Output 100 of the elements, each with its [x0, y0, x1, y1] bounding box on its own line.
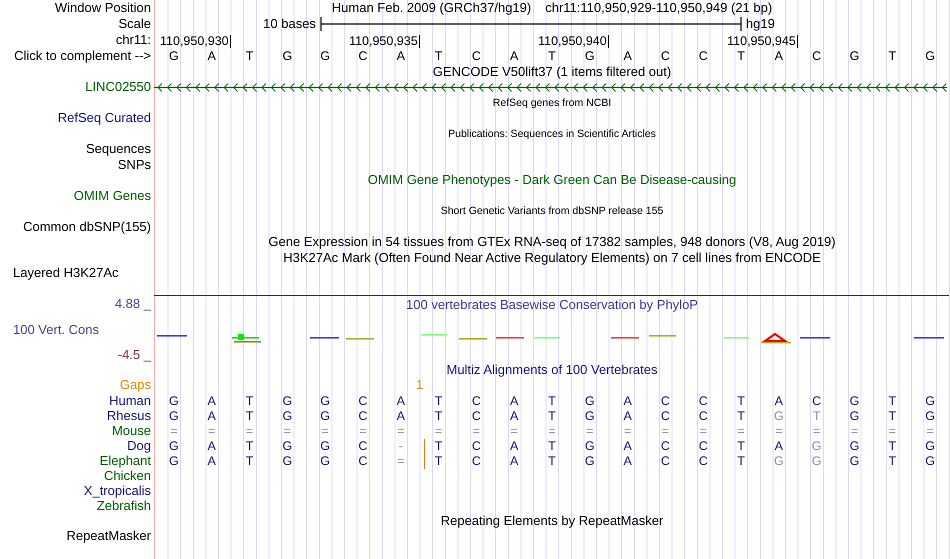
aligned-base: C: [698, 454, 708, 468]
aligned-base: T: [548, 438, 556, 452]
aligned-base: =: [359, 424, 367, 438]
track-label: Common dbSNP(155): [23, 220, 151, 234]
aligned-base: C: [660, 408, 670, 422]
aligned-base: T: [888, 454, 896, 468]
base-link[interactable]: G: [925, 49, 935, 63]
aligned-base: C: [472, 394, 481, 408]
base-link[interactable]: T: [246, 49, 254, 63]
aligned-base: G: [282, 438, 292, 452]
aligned-base: G: [850, 408, 860, 422]
track-label: SNPs: [118, 158, 151, 172]
aligned-base: =: [246, 424, 254, 438]
aligned-base: T: [548, 394, 556, 408]
aligned-base: =: [208, 424, 216, 438]
aligned-base: =: [700, 424, 707, 438]
base-link[interactable]: C: [358, 49, 368, 63]
position-tick: 110,950,930: [160, 34, 231, 48]
base-link[interactable]: G: [584, 49, 595, 63]
base-link[interactable]: A: [774, 49, 784, 63]
base-link[interactable]: G: [282, 49, 292, 63]
aligned-base: G: [320, 408, 330, 422]
position-text: chr11:110,950,929-110,950,949 (21 bp): [545, 1, 772, 15]
aligned-base: =: [662, 424, 670, 438]
aligned-base: A: [208, 454, 216, 468]
base-link[interactable]: T: [888, 49, 896, 63]
aligned-base: G: [925, 438, 935, 452]
aligned-base: G: [812, 454, 822, 468]
species-label: Zebrafish: [96, 498, 151, 512]
aligned-base: T: [888, 408, 896, 422]
aligned-base: =: [737, 424, 745, 438]
species-label: Human: [109, 394, 151, 408]
aligned-base: =: [170, 424, 178, 438]
aligned-base: C: [358, 454, 368, 468]
aligned-base: C: [358, 408, 368, 422]
aligned-base: G: [812, 438, 822, 452]
track-title: H3K27Ac Mark (Often Found Near Active Regulatory Elements) on 7 cell lines from ENCODE: [283, 250, 821, 265]
aligned-base: G: [169, 438, 179, 452]
base-link[interactable]: G: [850, 49, 860, 63]
base-link[interactable]: C: [660, 49, 670, 63]
aligned-base: A: [623, 438, 632, 452]
base-link[interactable]: A: [208, 49, 216, 63]
axis-max-label: 4.88 _: [114, 297, 151, 311]
aligned-base: T: [812, 408, 820, 422]
base-link[interactable]: A: [396, 49, 405, 63]
base-link[interactable]: C: [698, 49, 708, 63]
assembly-name: hg19: [746, 17, 775, 31]
track-title: OMIM Gene Phenotypes - Dark Green Can Be Disease-causing: [368, 173, 736, 188]
position-tick: 110,950,935: [349, 34, 420, 48]
aligned-base: C: [660, 394, 670, 408]
aligned-base: =: [321, 424, 329, 438]
aligned-base: G: [584, 408, 595, 422]
track-title: 100 vertebrates Basewise Conservation by PhyloP: [406, 298, 698, 312]
aligned-base: =: [397, 424, 404, 438]
aligned-base: =: [850, 424, 858, 438]
aligned-base: A: [208, 408, 216, 422]
species-label: Mouse: [112, 424, 151, 438]
base-link[interactable]: T: [737, 49, 745, 63]
aligned-base: G: [774, 454, 784, 468]
aligned-base: C: [358, 438, 368, 452]
base-link[interactable]: A: [623, 49, 632, 63]
aligned-base: T: [246, 454, 254, 468]
aligned-base: G: [774, 408, 784, 422]
aligned-base: G: [584, 438, 595, 452]
aligned-base: =: [434, 424, 442, 438]
track-label: Scale: [118, 17, 151, 31]
aligned-base: =: [397, 454, 404, 468]
base-link[interactable]: G: [169, 49, 179, 63]
position-tick: 110,950,945: [727, 34, 798, 48]
aligned-base: G: [320, 394, 330, 408]
aligned-base: A: [774, 438, 784, 452]
aligned-base: G: [320, 454, 330, 468]
aligned-base: G: [850, 394, 860, 408]
base-link[interactable]: A: [510, 49, 518, 63]
gap-count: 1: [416, 378, 424, 392]
base-link[interactable]: C: [472, 49, 481, 63]
aligned-base: =: [775, 424, 782, 438]
base-link[interactable]: T: [434, 49, 442, 63]
aligned-base: G: [850, 454, 860, 468]
aligned-base: =: [510, 424, 518, 438]
aligned-base: G: [169, 454, 179, 468]
base-link[interactable]: T: [548, 49, 556, 63]
aligned-base: G: [584, 454, 595, 468]
aligned-base: A: [623, 394, 632, 408]
aligned-base: C: [660, 454, 670, 468]
aligned-base: G: [282, 408, 292, 422]
species-label: Chicken: [104, 468, 151, 482]
aligned-base: C: [472, 408, 481, 422]
base-link[interactable]: G: [320, 49, 330, 63]
track-title: RefSeq genes from NCBI: [492, 96, 612, 110]
base-link[interactable]: C: [812, 49, 822, 63]
aligned-base: T: [888, 438, 896, 452]
aligned-base: T: [548, 408, 556, 422]
aligned-base: A: [396, 408, 405, 422]
complement-link[interactable]: Click to complement -->: [14, 49, 151, 63]
aligned-base: T: [434, 438, 442, 452]
track-title: Multiz Alignments of 100 Vertebrates: [446, 362, 658, 377]
aligned-base: A: [623, 454, 632, 468]
aligned-base: =: [624, 424, 632, 438]
track-label: Layered H3K27Ac: [13, 266, 119, 280]
